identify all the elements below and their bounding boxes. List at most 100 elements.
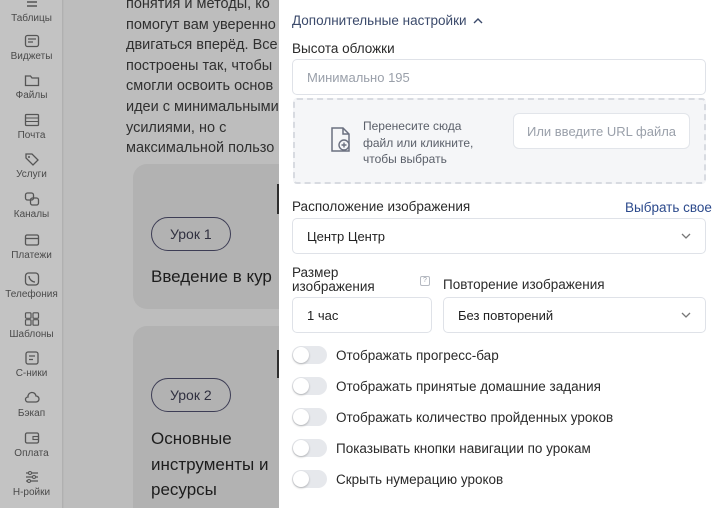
dropzone-text: Перенесите сюда файл или кликните, чтобы… — [363, 118, 473, 168]
toggle-switch[interactable] — [292, 346, 327, 364]
description-line: усилиями, но с — [126, 119, 227, 136]
section-title: Дополнительные настройки — [292, 13, 467, 28]
left-sidebar: Таблицы Виджеты Файлы Почта Услуги Канал… — [0, 0, 63, 508]
dropzone-text-line: чтобы выбрать — [363, 152, 447, 166]
toggle-lesson-navigation[interactable]: Показывать кнопки навигации по урокам — [292, 438, 591, 458]
sidebar-item-label: Бэкап — [17, 408, 46, 419]
description-line: построены так, чтобы — [126, 57, 273, 74]
image-position-label: Расположение изображения — [292, 199, 471, 214]
sidebar-item-telephony[interactable]: Телефония — [0, 272, 63, 308]
image-repeat-label: Повторение изображения — [443, 277, 605, 292]
toggle-hide-lesson-numbering[interactable]: Скрыть нумерацию уроков — [292, 469, 503, 489]
toggle-label: Отображать количество пройденных уроков — [336, 409, 614, 425]
toggle-switch[interactable] — [292, 408, 327, 426]
sidebar-item-label: Почта — [17, 130, 46, 141]
description-line: максимальной пользо — [126, 140, 275, 157]
description-line: помогут вам уверенно — [126, 16, 276, 33]
toggle-switch[interactable] — [292, 439, 327, 457]
phone-icon — [24, 272, 40, 286]
toggle-knob — [293, 471, 309, 487]
templates-icon — [24, 312, 40, 326]
toggle-progress-bar[interactable]: Отображать прогресс-бар — [292, 345, 499, 365]
lesson-title: Введение в кур — [151, 267, 272, 286]
course-description: понятия и методы, ко помогут вам уверенн… — [126, 0, 279, 159]
description-line: двигаться вперёд. Все — [126, 37, 278, 54]
chevron-down-icon — [681, 312, 691, 318]
sidebar-item-label: Платежи — [11, 250, 52, 261]
toggle-switch[interactable] — [292, 377, 327, 395]
sidebar-item-templates[interactable]: Шаблоны — [0, 312, 63, 348]
image-size-label-line: Размер — [292, 265, 339, 280]
sidebar-item-label: Таблицы — [11, 13, 52, 24]
mail-icon — [24, 113, 40, 127]
sidebar-item-label: Услуги — [16, 169, 47, 180]
sidebar-item-settings[interactable]: Н-ройки — [0, 470, 63, 506]
table-icon — [24, 0, 40, 10]
toggle-knob — [293, 409, 309, 425]
description-line: понятия и методы, ко — [126, 0, 270, 12]
image-size-label: Размер изображения — [292, 266, 375, 293]
sidebar-item-widgets[interactable]: Виджеты — [0, 34, 63, 70]
cover-height-label: Высота обложки — [292, 41, 395, 56]
toggle-label: Показывать кнопки навигации по урокам — [336, 440, 591, 456]
cover-height-input[interactable]: Минимально 195 — [292, 59, 706, 95]
file-upload-icon — [331, 127, 350, 152]
file-url-input[interactable]: Или введите URL файла — [513, 113, 690, 149]
description-line: идеи с минимальными — [126, 98, 279, 115]
lesson-title: инструменты и — [151, 455, 269, 474]
toggle-switch[interactable] — [292, 470, 327, 488]
choose-own-link[interactable]: Выбрать свое — [625, 200, 712, 215]
settings-panel: Дополнительные настройки Высота обложки … — [279, 0, 720, 508]
sidebar-item-label: С-ники — [15, 368, 48, 379]
image-size-input[interactable]: 1 час — [292, 297, 432, 333]
settings-sliders-icon — [24, 470, 40, 484]
cloud-icon — [24, 391, 40, 405]
sidebar-item-label: Каналы — [13, 209, 50, 220]
toggle-accepted-homework[interactable]: Отображать принятые домашние задания — [292, 376, 601, 396]
sidebar-item-payments[interactable]: Платежи — [0, 233, 63, 269]
sidebar-item-tables[interactable]: Таблицы — [0, 0, 63, 32]
lesson-badge: Урок 2 — [151, 378, 231, 412]
dropzone-text-line: файл или кликните, — [363, 135, 474, 150]
tag-icon — [24, 152, 40, 166]
lesson-title: Основные — [151, 429, 232, 448]
sidebar-item-label: Н-ройки — [12, 487, 51, 498]
card-icon — [24, 233, 40, 247]
toggle-label: Отображать прогресс-бар — [336, 347, 499, 363]
sidebar-item-mail[interactable]: Почта — [0, 113, 63, 149]
sidebar-item-label: Оплата — [14, 448, 49, 459]
additional-settings-toggle[interactable]: Дополнительные настройки — [292, 13, 483, 28]
wallet-icon — [24, 431, 40, 445]
image-repeat-value: Без повторений — [458, 307, 554, 323]
sidebar-item-billing[interactable]: Оплата — [0, 431, 63, 467]
toggle-knob — [293, 347, 309, 363]
sidebar-item-label: Телефония — [5, 289, 58, 300]
file-dropzone[interactable]: Перенесите сюда файл или кликните, чтобы… — [293, 98, 706, 184]
lesson-card[interactable]: Урок 1 Введение в кур — [133, 164, 279, 309]
description-line: смогли освоить основ — [126, 78, 274, 95]
sidebar-item-backup[interactable]: Бэкап — [0, 391, 63, 427]
sidebar-item-directories[interactable]: С-ники — [0, 351, 63, 387]
lesson-badge: Урок 1 — [151, 217, 231, 251]
sidebar-item-channels[interactable]: Каналы — [0, 192, 63, 228]
widget-icon — [24, 34, 40, 48]
image-position-value: Центр Центр — [307, 228, 386, 244]
toggle-completed-lessons-count[interactable]: Отображать количество пройденных уроков — [292, 407, 613, 427]
directory-icon — [24, 351, 40, 365]
image-size-label-line: изображения — [292, 278, 375, 294]
toggle-knob — [293, 378, 309, 394]
chevron-up-icon — [473, 18, 483, 24]
toggle-knob — [293, 440, 309, 456]
sidebar-item-services[interactable]: Услуги — [0, 152, 63, 188]
lesson-card[interactable]: Урок 2 Основные инструменты и ресурсы — [133, 326, 279, 508]
toggle-label: Скрыть нумерацию уроков — [336, 471, 504, 487]
image-repeat-select[interactable]: Без повторений — [443, 297, 706, 333]
sidebar-item-label: Файлы — [15, 90, 48, 101]
channels-icon — [24, 192, 40, 206]
lesson-title: ресурсы — [151, 480, 217, 499]
image-position-select[interactable]: Центр Центр — [292, 218, 706, 254]
sidebar-item-label: Виджеты — [10, 51, 53, 62]
help-icon[interactable]: ? — [420, 276, 430, 286]
folder-icon — [24, 73, 40, 87]
sidebar-item-files[interactable]: Файлы — [0, 73, 63, 109]
